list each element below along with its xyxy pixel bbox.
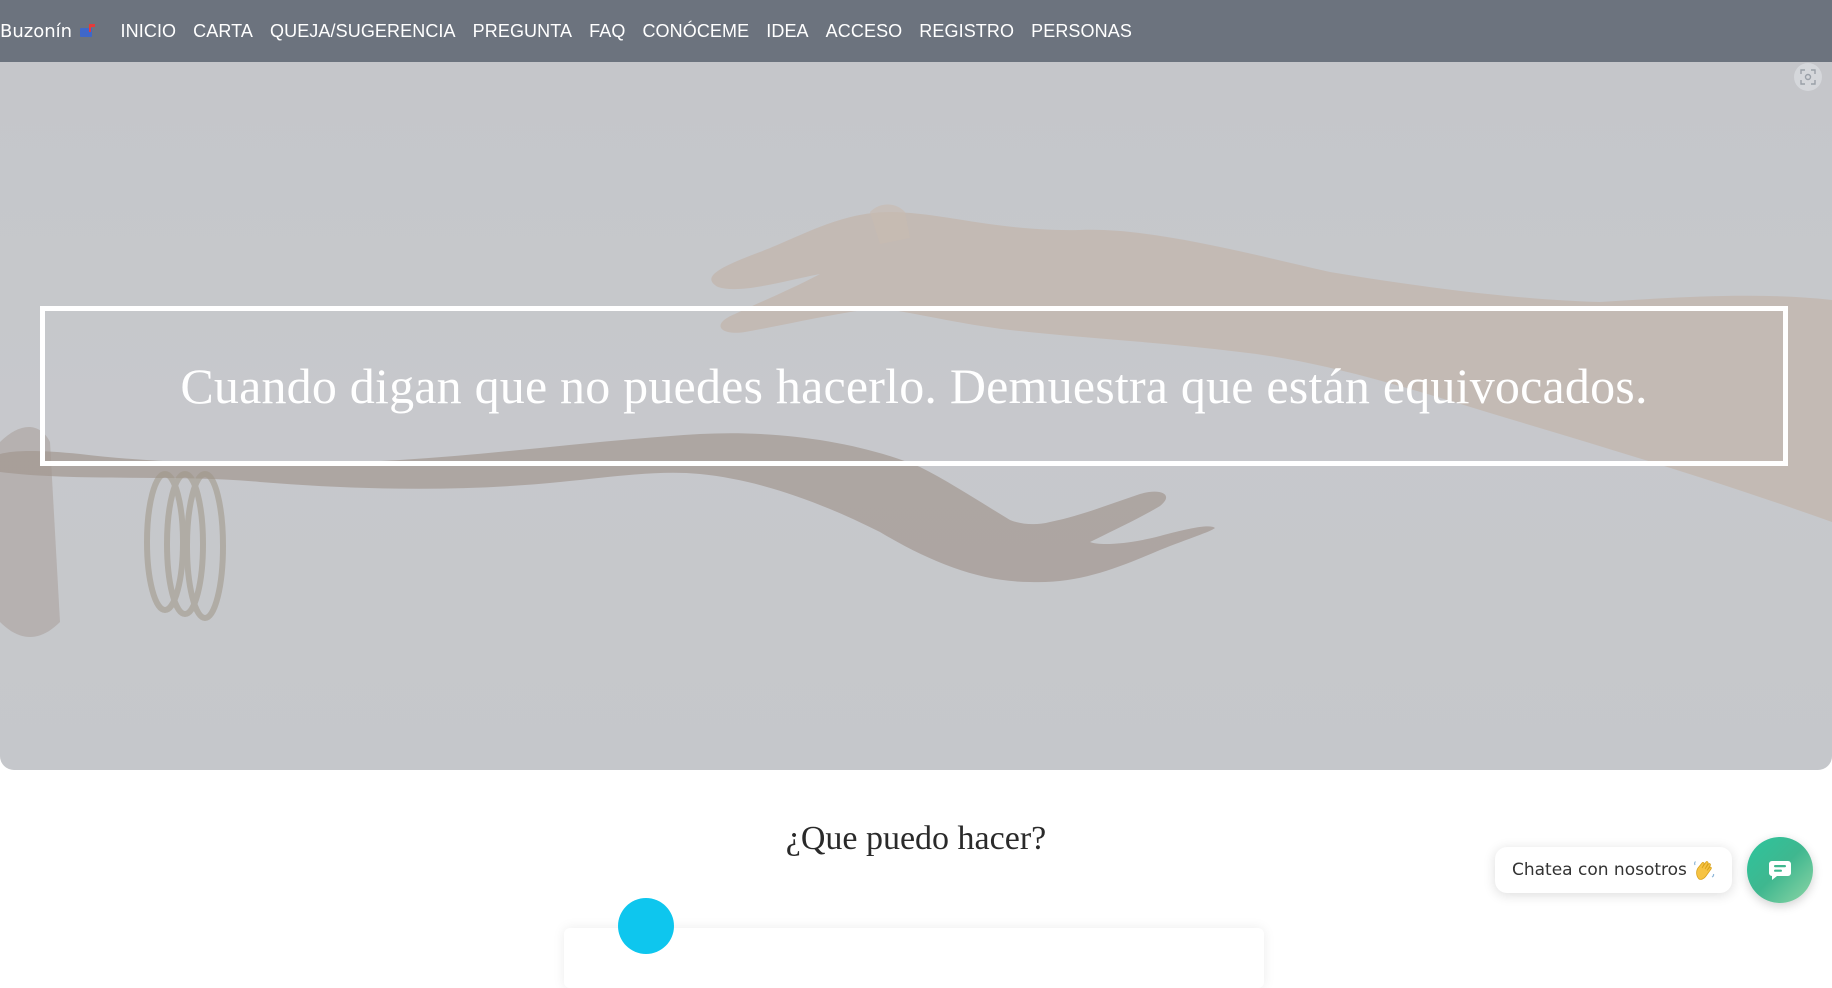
mailbox-icon — [80, 24, 98, 38]
nav-item-acceso[interactable]: ACCESO — [817, 21, 911, 42]
chat-icon — [1769, 861, 1791, 880]
nav-item-pregunta[interactable]: PREGUNTA — [464, 21, 580, 42]
nav-item-personas[interactable]: PERSONAS — [1023, 21, 1141, 42]
quote-box: Cuando digan que no puedes hacerlo. Demu… — [40, 306, 1788, 466]
navbar: Buzonín INICIO CARTA QUEJA/SUGERENCIA PR… — [0, 0, 1832, 62]
nav-item-queja-sugerencia[interactable]: QUEJA/SUGERENCIA — [262, 21, 465, 42]
hero-banner: Cuando digan que no puedes hacerlo. Demu… — [0, 62, 1832, 770]
nav-item-carta[interactable]: CARTA — [185, 21, 262, 42]
nav-item-faq[interactable]: FAQ — [581, 21, 634, 42]
hero-quote: Cuando digan que no puedes hacerlo. Demu… — [180, 358, 1648, 414]
brand-link[interactable]: Buzonín — [0, 21, 98, 42]
screenshot-icon[interactable] — [1794, 63, 1822, 91]
nav-links: INICIO CARTA QUEJA/SUGERENCIA PREGUNTA F… — [112, 21, 1140, 42]
nav-item-conoceme[interactable]: CONÓCEME — [634, 21, 758, 42]
waving-hand-icon — [1693, 859, 1715, 881]
nav-item-idea[interactable]: IDEA — [758, 21, 817, 42]
nav-item-registro[interactable]: REGISTRO — [911, 21, 1023, 42]
nav-item-inicio[interactable]: INICIO — [112, 21, 185, 42]
chat-prompt-label: Chatea con nosotros — [1512, 860, 1687, 880]
chat-button[interactable] — [1747, 837, 1813, 903]
feature-card-icon — [618, 898, 674, 954]
brand-name: Buzonín — [0, 20, 73, 42]
chat-prompt-bubble[interactable]: Chatea con nosotros — [1495, 847, 1732, 893]
